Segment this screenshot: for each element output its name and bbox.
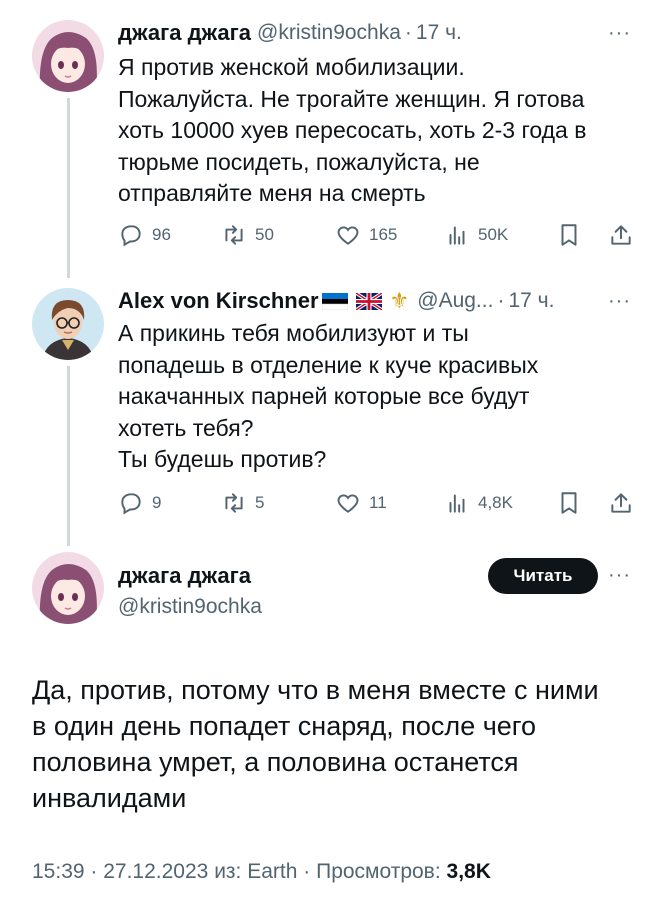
reply-button[interactable]: 9 bbox=[118, 490, 161, 516]
post-time[interactable]: 15:39 bbox=[32, 860, 85, 883]
views-count: 50K bbox=[478, 225, 509, 244]
views-bar-chart-icon bbox=[449, 226, 465, 245]
uk-flag-icon bbox=[355, 292, 382, 310]
tweet-text-line: попадешь в отделение к куче красивых bbox=[118, 351, 539, 378]
like-count: 11 bbox=[369, 493, 387, 512]
anime-girl-avatar-image bbox=[32, 20, 104, 92]
tweet-text-line: А прикинь тебя мобилизуют и ты bbox=[118, 320, 469, 346]
tweet-text-line: в один день попадет снаряд, после чего bbox=[32, 711, 537, 741]
separator-dot: · bbox=[404, 21, 412, 44]
thread-connector-line bbox=[67, 98, 70, 278]
tweet-text-line: половина умрет, а половина останется bbox=[32, 747, 519, 777]
tweet-footer: 15:39 · 27.12.2023 из: Earth · Просмотро… bbox=[32, 860, 491, 884]
heart-icon bbox=[337, 226, 359, 245]
separator-dot: · bbox=[303, 860, 317, 883]
reply-icon bbox=[121, 493, 141, 515]
thread-connector-line bbox=[67, 366, 70, 546]
main-tweet-text: Да, против, потому что в меня вместе с н… bbox=[32, 672, 652, 816]
share-icon bbox=[611, 225, 631, 245]
views-button[interactable]: 50K bbox=[444, 222, 508, 248]
handle[interactable]: @kristin9ochka bbox=[257, 21, 401, 45]
reply-count: 9 bbox=[152, 493, 162, 512]
post-source: из: Earth bbox=[214, 860, 298, 883]
like-count: 165 bbox=[369, 225, 398, 244]
tweet-text-line: Да, против, потому что в меня вместе с н… bbox=[32, 675, 599, 705]
more-options-icon[interactable]: ··· bbox=[608, 22, 631, 45]
handle[interactable]: @kristin9ochka bbox=[118, 595, 262, 619]
reply-count: 96 bbox=[152, 225, 171, 244]
tweet1-text: Я против женской мобилизации. Пожалуйста… bbox=[118, 52, 638, 210]
heart-icon bbox=[337, 494, 359, 513]
tweet1-actions: 96 50 165 50K bbox=[118, 220, 638, 250]
tweet1-header: джага джага @kristin9ochka · 17 ч. bbox=[118, 20, 638, 46]
tweet-text-line: Ты будешь против? bbox=[118, 446, 327, 472]
views-count: 4,8K bbox=[478, 493, 513, 512]
fleur-de-lis-icon: ⚜ bbox=[389, 288, 410, 313]
tweet2-text: А прикинь тебя мобилизуют и ты попадешь … bbox=[118, 318, 638, 476]
display-name[interactable]: джага джага bbox=[118, 563, 251, 589]
estonia-flag-icon bbox=[321, 292, 348, 310]
retweet-icon bbox=[225, 225, 243, 245]
avatar-kristin[interactable] bbox=[32, 20, 104, 92]
timestamp[interactable]: 17 ч. bbox=[508, 289, 554, 313]
display-name[interactable]: джага джага bbox=[118, 20, 251, 46]
retweet-count: 50 bbox=[255, 225, 274, 244]
views-bar-chart-icon bbox=[449, 494, 465, 513]
share-button[interactable] bbox=[608, 490, 634, 516]
bookmark-icon bbox=[561, 492, 577, 514]
avatar-kristin[interactable] bbox=[32, 552, 104, 624]
retweet-icon bbox=[225, 493, 243, 513]
illustrated-man-avatar-image bbox=[32, 288, 104, 360]
tweet-text-line: хотеть тебя? bbox=[118, 414, 254, 441]
tweet-text-line: накачанных парней которые все будут bbox=[118, 383, 530, 409]
reply-icon bbox=[121, 225, 141, 247]
timestamp[interactable]: 17 ч. bbox=[416, 21, 462, 45]
bookmark-icon bbox=[561, 224, 577, 246]
tweet-text-line: отправляйте меня на смерть bbox=[118, 180, 426, 206]
display-name[interactable]: Alex von Kirschner bbox=[118, 288, 319, 314]
separator-dot: · bbox=[497, 289, 505, 312]
share-icon bbox=[611, 493, 631, 513]
retweet-button[interactable]: 5 bbox=[221, 490, 264, 516]
separator-dot: · bbox=[90, 860, 104, 883]
tweet-text-line: хоть 10000 хуев пересосать, хоть 2-3 год… bbox=[118, 117, 587, 143]
tweet-text-line: инвалидами bbox=[32, 783, 187, 813]
retweet-count: 5 bbox=[255, 493, 265, 512]
anime-girl-avatar-image bbox=[32, 552, 104, 624]
avatar-alex[interactable] bbox=[32, 288, 104, 360]
more-options-icon[interactable]: ··· bbox=[608, 290, 631, 313]
like-button[interactable]: 11 bbox=[335, 490, 387, 516]
more-options-icon[interactable]: ··· bbox=[608, 564, 631, 587]
like-button[interactable]: 165 bbox=[335, 222, 397, 248]
views-button[interactable]: 4,8K bbox=[444, 490, 513, 516]
views-label: Просмотров: bbox=[316, 860, 441, 883]
tweet-text-line: Я против женской мобилизации. bbox=[118, 54, 465, 80]
reply-button[interactable]: 96 bbox=[118, 222, 171, 248]
post-date[interactable]: 27.12.2023 bbox=[103, 860, 208, 883]
tweet2-header: Alex von Kirschner ⚜ @Aug... · 17 ч. bbox=[118, 288, 608, 314]
handle[interactable]: @Aug... bbox=[417, 289, 493, 313]
tweet-text-line: тюрьме посидеть, пожалуйста, не bbox=[118, 148, 480, 175]
tweet-text-line: Пожалуйста. Не трогайте женщин. Я готова bbox=[118, 85, 585, 112]
follow-button[interactable]: Читать bbox=[488, 558, 598, 594]
views-count[interactable]: 3,8K bbox=[447, 860, 491, 883]
bookmark-button[interactable] bbox=[556, 490, 582, 516]
bookmark-button[interactable] bbox=[556, 222, 582, 248]
tweet2-actions: 9 5 11 4,8K bbox=[118, 488, 638, 518]
share-button[interactable] bbox=[608, 222, 634, 248]
retweet-button[interactable]: 50 bbox=[221, 222, 274, 248]
